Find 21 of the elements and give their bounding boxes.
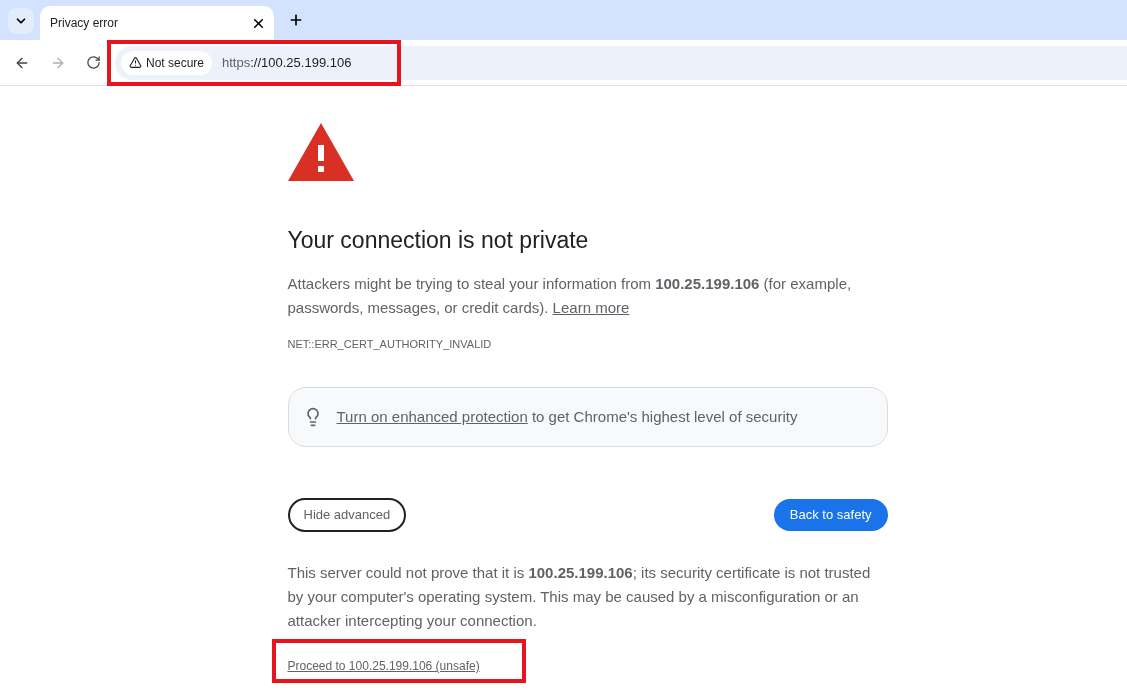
error-title: Your connection is not private bbox=[287, 226, 590, 255]
warning-icon bbox=[287, 123, 354, 181]
back-to-safety-button[interactable]: Back to safety bbox=[773, 499, 888, 531]
warning-icon bbox=[129, 56, 142, 69]
reload-icon[interactable] bbox=[86, 55, 101, 70]
tab-title: Privacy error bbox=[50, 15, 119, 32]
enhanced-protection-link[interactable]: Turn on enhanced protection bbox=[336, 407, 528, 425]
address-bar[interactable]: Not secure https://100.25.199.106 bbox=[115, 45, 1127, 80]
new-tab-icon[interactable] bbox=[288, 12, 304, 28]
tab-list-button[interactable] bbox=[8, 8, 34, 34]
proceed-link[interactable]: Proceed to 100.25.199.106 (unsafe) bbox=[287, 659, 480, 673]
security-chip[interactable]: Not secure bbox=[121, 50, 213, 75]
error-code: NET::ERR_CERT_AUTHORITY_INVALID bbox=[287, 336, 493, 352]
learn-more-link[interactable]: Learn more bbox=[552, 298, 630, 316]
error-message: Attackers might be trying to steal your information from 100.25.199.106 (for example, passwords, messages, or credit cards). Learn more bbox=[287, 273, 853, 318]
browser-tab[interactable]: Privacy error bbox=[40, 6, 274, 40]
url-text: https://100.25.199.106 bbox=[222, 53, 352, 72]
hide-advanced-button[interactable]: Hide advanced bbox=[287, 498, 407, 532]
tip-text: Turn on enhanced protection to get Chrome's highest level of security bbox=[336, 406, 798, 427]
details-text: This server could not prove that it is 100.25.199.106; its security certificate is not trusted by your computer's operating system. This may be caused by a misconfiguration or an attacker intercepting your connection. bbox=[287, 563, 872, 631]
security-label: Not secure bbox=[146, 54, 205, 72]
